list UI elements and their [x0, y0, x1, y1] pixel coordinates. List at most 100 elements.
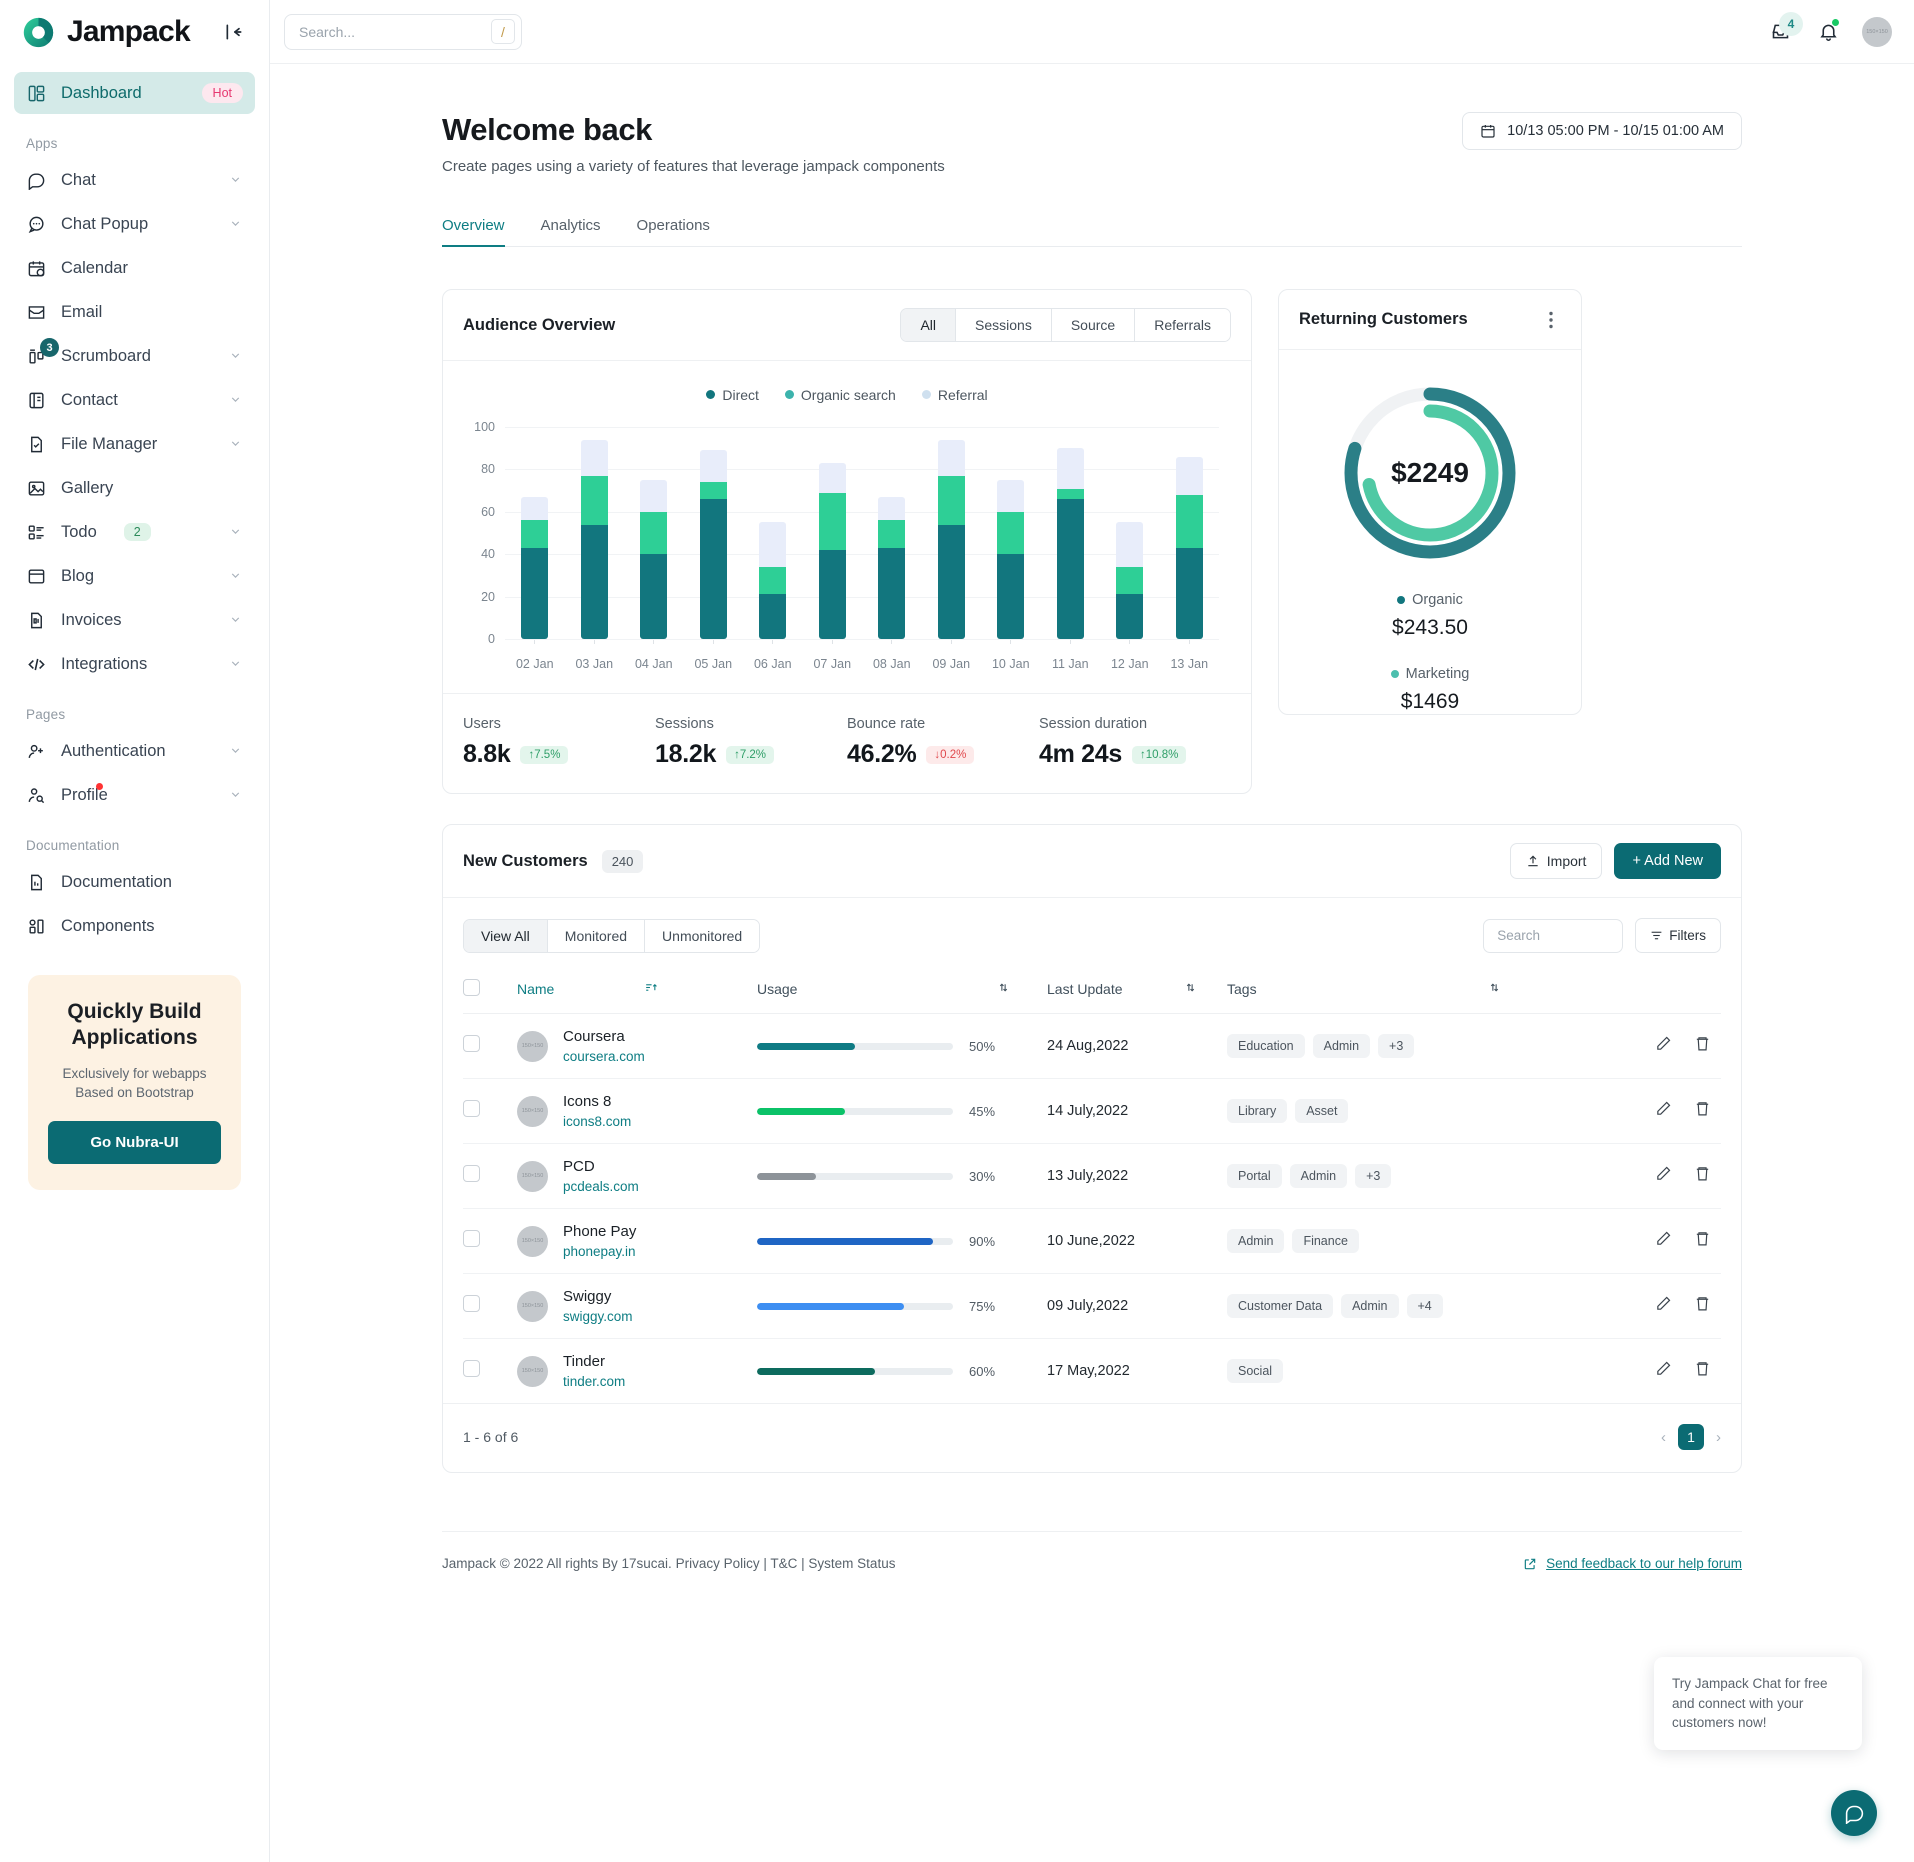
sidebar-item-contact[interactable]: Contact — [14, 379, 255, 421]
avatar[interactable]: 150×150 — [1862, 17, 1892, 47]
trash-icon[interactable] — [1694, 1035, 1711, 1057]
collapse-sidebar-icon[interactable] — [221, 19, 247, 45]
sidebar-item-file-manager[interactable]: File Manager — [14, 423, 255, 465]
sidebar-item-calendar[interactable]: Calendar — [14, 247, 255, 289]
column-header-name[interactable]: Name — [517, 967, 757, 1014]
tab-overview[interactable]: Overview — [442, 217, 523, 247]
segment-source[interactable]: Source — [1052, 309, 1135, 341]
trash-icon[interactable] — [1694, 1165, 1711, 1187]
sidebar-item-integrations[interactable]: Integrations — [14, 643, 255, 685]
table-row[interactable]: 150×150Phone Payphonepay.in90%10 June,20… — [463, 1209, 1721, 1274]
segment-sessions[interactable]: Sessions — [956, 309, 1052, 341]
table-row[interactable]: 150×150Courseracoursera.com50%24 Aug,202… — [463, 1014, 1721, 1079]
trash-icon[interactable] — [1694, 1360, 1711, 1382]
row-checkbox[interactable] — [463, 1230, 480, 1247]
filter-tab-unmonitored[interactable]: Unmonitored — [645, 920, 759, 952]
footer-link-system-status[interactable]: System Status — [808, 1556, 895, 1571]
sort-icon[interactable] — [997, 981, 1010, 997]
sidebar-item-todo[interactable]: Todo 2 — [14, 511, 255, 553]
tag-chip[interactable]: +3 — [1378, 1034, 1414, 1058]
footer-link-privacy[interactable]: Privacy Policy — [676, 1556, 760, 1571]
sidebar-item-profile[interactable]: Profile — [14, 774, 255, 816]
tag-chip[interactable]: Admin — [1290, 1164, 1347, 1188]
customer-domain[interactable]: coursera.com — [563, 1049, 645, 1064]
tag-chip[interactable]: Library — [1227, 1099, 1287, 1123]
table-row[interactable]: 150×150PCDpcdeals.com30%13 July,2022Port… — [463, 1144, 1721, 1209]
trash-icon[interactable] — [1694, 1295, 1711, 1317]
sidebar-item-chat[interactable]: Chat — [14, 159, 255, 201]
pencil-icon[interactable] — [1655, 1100, 1672, 1122]
sidebar-item-documentation[interactable]: Documentation — [14, 861, 255, 903]
tag-chip[interactable]: +3 — [1355, 1164, 1391, 1188]
filters-button[interactable]: Filters — [1635, 918, 1721, 953]
customer-domain[interactable]: phonepay.in — [563, 1244, 636, 1259]
sidebar-item-chat-popup[interactable]: Chat Popup — [14, 203, 255, 245]
filter-tab-monitored[interactable]: Monitored — [548, 920, 645, 952]
add-new-button[interactable]: + Add New — [1614, 843, 1721, 879]
customer-domain[interactable]: swiggy.com — [563, 1309, 633, 1324]
customer-domain[interactable]: pcdeals.com — [563, 1179, 639, 1194]
table-row[interactable]: 150×150Swiggyswiggy.com75%09 July,2022Cu… — [463, 1274, 1721, 1339]
segment-referrals[interactable]: Referrals — [1135, 309, 1230, 341]
global-search[interactable]: / — [284, 14, 522, 50]
pencil-icon[interactable] — [1655, 1360, 1672, 1382]
column-header-last-update[interactable]: Last Update — [1047, 967, 1227, 1014]
tag-chip[interactable]: Social — [1227, 1359, 1283, 1383]
pencil-icon[interactable] — [1655, 1295, 1672, 1317]
sort-icon[interactable] — [1184, 981, 1197, 997]
tag-chip[interactable]: Admin — [1313, 1034, 1370, 1058]
row-checkbox[interactable] — [463, 1035, 480, 1052]
trash-icon[interactable] — [1694, 1100, 1711, 1122]
row-checkbox[interactable] — [463, 1100, 480, 1117]
tab-analytics[interactable]: Analytics — [523, 217, 619, 247]
footer-link-tc[interactable]: T&C — [770, 1556, 797, 1571]
sort-icon[interactable] — [644, 981, 657, 997]
inbox-icon[interactable]: 4 — [1766, 18, 1794, 46]
sidebar-item-scrumboard[interactable]: 3 Scrumboard — [14, 335, 255, 377]
date-range-picker[interactable]: 10/13 05:00 PM - 10/15 01:00 AM — [1462, 112, 1742, 150]
tag-chip[interactable]: Admin — [1227, 1229, 1284, 1253]
page-1-button[interactable]: 1 — [1678, 1424, 1704, 1450]
pencil-icon[interactable] — [1655, 1035, 1672, 1057]
customer-domain[interactable]: icons8.com — [563, 1114, 631, 1129]
tag-chip[interactable]: Portal — [1227, 1164, 1282, 1188]
table-row[interactable]: 150×150Tindertinder.com60%17 May,2022Soc… — [463, 1339, 1721, 1404]
row-checkbox[interactable] — [463, 1360, 480, 1377]
select-all-checkbox[interactable] — [463, 979, 480, 996]
tag-chip[interactable]: Education — [1227, 1034, 1305, 1058]
sort-icon[interactable] — [1488, 981, 1501, 997]
tag-chip[interactable]: Customer Data — [1227, 1294, 1333, 1318]
segment-all[interactable]: All — [901, 309, 956, 341]
customer-domain[interactable]: tinder.com — [563, 1374, 625, 1389]
column-header-usage[interactable]: Usage — [757, 967, 1047, 1014]
bell-icon[interactable] — [1814, 18, 1842, 46]
row-checkbox[interactable] — [463, 1295, 480, 1312]
filter-tab-view-all[interactable]: View All — [464, 920, 548, 952]
sidebar-item-dashboard[interactable]: Dashboard Hot — [14, 72, 255, 114]
import-button[interactable]: Import — [1510, 843, 1603, 879]
pencil-icon[interactable] — [1655, 1165, 1672, 1187]
tag-chip[interactable]: Finance — [1292, 1229, 1358, 1253]
chat-bubble-icon[interactable] — [1831, 1790, 1877, 1836]
pencil-icon[interactable] — [1655, 1230, 1672, 1252]
table-row[interactable]: 150×150Icons 8icons8.com45%14 July,2022L… — [463, 1079, 1721, 1144]
table-search-input[interactable] — [1483, 919, 1623, 953]
next-page-button[interactable]: › — [1716, 1429, 1721, 1446]
prev-page-button[interactable]: ‹ — [1661, 1429, 1666, 1446]
tag-chip[interactable]: Asset — [1295, 1099, 1348, 1123]
tag-chip[interactable]: Admin — [1341, 1294, 1398, 1318]
sidebar-item-gallery[interactable]: Gallery — [14, 467, 255, 509]
sidebar-item-email[interactable]: Email — [14, 291, 255, 333]
go-nubra-ui-button[interactable]: Go Nubra-UI — [48, 1121, 221, 1164]
tag-chip[interactable]: +4 — [1407, 1294, 1443, 1318]
search-input[interactable] — [299, 24, 491, 40]
row-checkbox[interactable] — [463, 1165, 480, 1182]
column-header-tags[interactable]: Tags — [1227, 967, 1591, 1014]
trash-icon[interactable] — [1694, 1230, 1711, 1252]
send-feedback-link[interactable]: Send feedback to our help forum — [1523, 1556, 1742, 1571]
sidebar-item-components[interactable]: Components — [14, 905, 255, 947]
sidebar-item-blog[interactable]: Blog — [14, 555, 255, 597]
tab-operations[interactable]: Operations — [619, 217, 728, 247]
sidebar-item-invoices[interactable]: Invoices — [14, 599, 255, 641]
more-vertical-icon[interactable] — [1541, 311, 1561, 329]
